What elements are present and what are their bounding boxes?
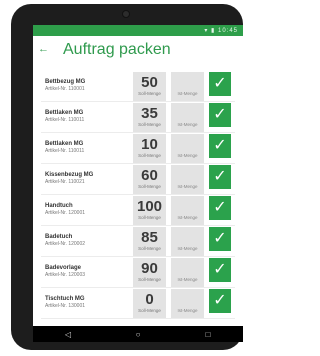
status-bar: ▾ ▮ 10:45 (33, 25, 243, 36)
app-bar: ← Auftrag packen (33, 36, 243, 63)
list-item: Bettlaken MG Artikel-Nr. 110011 10 Soll-… (33, 133, 243, 164)
ist-label: Ist-Menge (177, 277, 198, 282)
camera-icon (122, 10, 130, 18)
list-item: Badevorlage Artikel-Nr. 120003 90 Soll-M… (33, 257, 243, 288)
divider (41, 318, 235, 319)
item-name: Bettbezug MG (45, 79, 86, 85)
soll-label: Soll-Menge (138, 308, 161, 313)
item-article: Artikel-Nr. 120001 (45, 210, 86, 216)
soll-box: 100 Soll-Menge (133, 196, 166, 225)
soll-value: 0 (145, 291, 154, 308)
ist-input[interactable]: Ist-Menge (171, 289, 204, 318)
list-item: Tischtuch MG Artikel-Nr. 130001 0 Soll-M… (33, 288, 243, 319)
check-button[interactable]: ✓ (209, 289, 231, 313)
soll-value: 90 (141, 260, 158, 277)
app-screen: ▾ ▮ 10:45 ← Auftrag packen Bettbezug MG … (33, 25, 243, 342)
soll-label: Soll-Menge (138, 91, 161, 96)
nav-back-icon[interactable]: ◁ (53, 330, 83, 339)
ist-input[interactable]: Ist-Menge (171, 258, 204, 287)
item-info: Bettlaken MG Artikel-Nr. 110011 (45, 140, 84, 155)
item-info: Tischtuch MG Artikel-Nr. 130001 (45, 295, 85, 310)
ist-label: Ist-Menge (177, 246, 198, 251)
item-info: Bettbezug MG Artikel-Nr. 110001 (45, 78, 85, 93)
check-button[interactable]: ✓ (209, 227, 231, 251)
ist-input[interactable]: Ist-Menge (171, 196, 204, 225)
soll-value: 60 (141, 167, 158, 184)
status-icons: ▾ ▮ 10:45 (204, 28, 238, 34)
ist-label: Ist-Menge (177, 91, 198, 96)
item-info: Badevorlage Artikel-Nr. 120003 (45, 264, 85, 279)
list-item: Handtuch Artikel-Nr. 120001 100 Soll-Men… (33, 195, 243, 226)
ist-label: Ist-Menge (177, 215, 198, 220)
item-name: Badetuch (45, 234, 73, 240)
check-button[interactable]: ✓ (209, 72, 231, 96)
item-name: Tischtuch MG (45, 296, 85, 302)
soll-value: 10 (141, 136, 158, 153)
check-button[interactable]: ✓ (209, 103, 231, 127)
soll-box: 85 Soll-Menge (133, 227, 166, 256)
ist-input[interactable]: Ist-Menge (171, 165, 204, 194)
soll-value: 100 (136, 198, 163, 215)
soll-label: Soll-Menge (138, 122, 161, 127)
soll-box: 50 Soll-Menge (133, 72, 166, 101)
item-name: Bettlaken MG (45, 141, 84, 147)
soll-value: 85 (141, 229, 158, 246)
item-article: Artikel-Nr. 110021 (45, 179, 85, 185)
item-article: Artikel-Nr. 130001 (45, 303, 86, 309)
ist-label: Ist-Menge (177, 308, 198, 313)
soll-label: Soll-Menge (138, 246, 161, 251)
soll-label: Soll-Menge (138, 277, 161, 282)
ist-input[interactable]: Ist-Menge (171, 103, 204, 132)
check-button[interactable]: ✓ (209, 134, 231, 158)
item-article: Artikel-Nr. 110011 (45, 148, 85, 154)
item-info: Badetuch Artikel-Nr. 120002 (45, 233, 85, 248)
soll-value: 50 (141, 74, 158, 91)
item-name: Handtuch (45, 203, 73, 209)
soll-box: 10 Soll-Menge (133, 134, 166, 163)
soll-box: 60 Soll-Menge (133, 165, 166, 194)
soll-label: Soll-Menge (138, 184, 161, 189)
soll-box: 90 Soll-Menge (133, 258, 166, 287)
check-button[interactable]: ✓ (209, 258, 231, 282)
list-item: Badetuch Artikel-Nr. 120002 85 Soll-Meng… (33, 226, 243, 257)
soll-box: 35 Soll-Menge (133, 103, 166, 132)
item-article: Artikel-Nr. 110011 (45, 117, 85, 123)
ist-input[interactable]: Ist-Menge (171, 72, 204, 101)
ist-label: Ist-Menge (177, 122, 198, 127)
soll-box: 0 Soll-Menge (133, 289, 166, 318)
check-button[interactable]: ✓ (209, 165, 231, 189)
list-item: Kissenbezug MG Artikel-Nr. 110021 60 Sol… (33, 164, 243, 195)
arrow-left-icon[interactable]: ← (38, 44, 49, 55)
item-info: Handtuch Artikel-Nr. 120001 (45, 202, 85, 217)
list-item: Bettlaken MG Artikel-Nr. 110011 35 Soll-… (33, 102, 243, 133)
item-name: Bettlaken MG (45, 110, 84, 116)
navigation-bar: ◁ ○ □ (33, 326, 243, 342)
item-article: Artikel-Nr. 120002 (45, 241, 86, 247)
soll-label: Soll-Menge (138, 153, 161, 158)
soll-label: Soll-Menge (138, 215, 161, 220)
item-name: Kissenbezug MG (45, 172, 94, 178)
check-button[interactable]: ✓ (209, 196, 231, 220)
nav-recents-icon[interactable]: □ (193, 330, 223, 339)
soll-value: 35 (141, 105, 158, 122)
item-name: Badevorlage (45, 265, 82, 271)
list-item: Bettbezug MG Artikel-Nr. 110001 50 Soll-… (33, 71, 243, 102)
ist-label: Ist-Menge (177, 153, 198, 158)
ist-input[interactable]: Ist-Menge (171, 134, 204, 163)
page-title: Auftrag packen (63, 40, 171, 58)
item-article: Artikel-Nr. 110001 (45, 86, 85, 92)
item-info: Bettlaken MG Artikel-Nr. 110011 (45, 109, 84, 124)
ist-label: Ist-Menge (177, 184, 198, 189)
item-article: Artikel-Nr. 120003 (45, 272, 86, 278)
item-info: Kissenbezug MG Artikel-Nr. 110021 (45, 171, 93, 186)
nav-home-icon[interactable]: ○ (123, 330, 153, 339)
ist-input[interactable]: Ist-Menge (171, 227, 204, 256)
tablet-frame: ▾ ▮ 10:45 ← Auftrag packen Bettbezug MG … (11, 4, 243, 350)
